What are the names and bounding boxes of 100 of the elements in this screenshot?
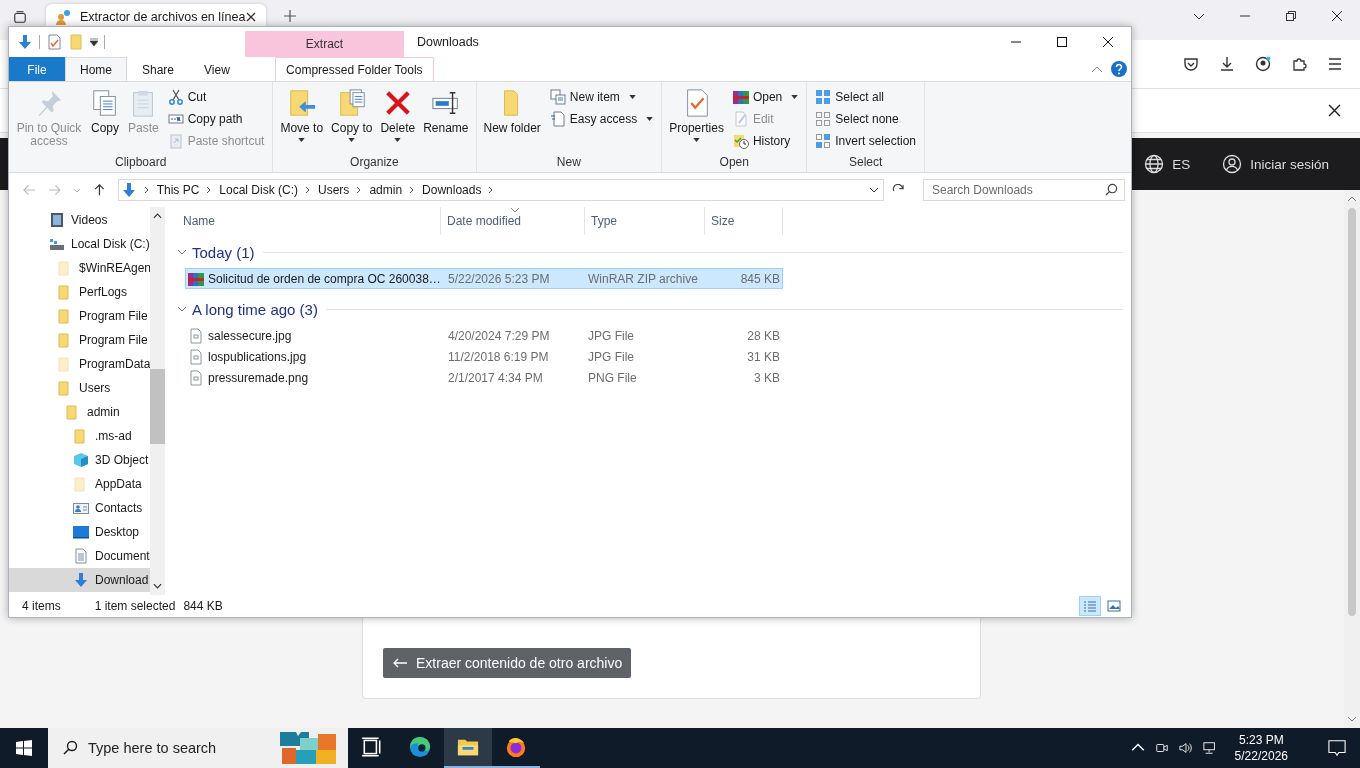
caret-icon (646, 117, 654, 121)
notification-icon[interactable] (1328, 739, 1346, 757)
ribbon-button[interactable]: Rename (420, 86, 472, 155)
breadcrumb[interactable]: Downloads (422, 183, 482, 197)
tree-item[interactable]: Videos (9, 208, 150, 232)
selection-info: 1 item selected (93, 599, 176, 613)
close-icon[interactable] (1328, 104, 1341, 117)
caret-icon (628, 95, 636, 99)
plus-icon[interactable] (284, 10, 296, 22)
close-icon[interactable] (1331, 10, 1343, 22)
account-icon[interactable] (1255, 56, 1271, 72)
breadcrumb[interactable]: admin (369, 183, 403, 197)
tree-item[interactable]: 3D Object (9, 448, 150, 472)
clock-date[interactable]: 5/22/2026 (1234, 748, 1288, 764)
download-icon[interactable] (1219, 56, 1235, 72)
ribbon-button[interactable]: New item (549, 89, 654, 105)
tree-item[interactable]: Download (9, 568, 150, 592)
group-header[interactable]: A long time ago (3) (177, 300, 318, 318)
checked-page-icon[interactable] (46, 34, 62, 50)
tree-item[interactable]: PerfLogs (9, 280, 150, 304)
file-row[interactable]: Solicitud de orden de compra OC 260038… 5/22/2026 5:23 PM WinRAR ZIP archive 845 KB (185, 268, 783, 289)
tree-item[interactable]: Program File (9, 304, 150, 328)
file-row[interactable]: pressuremade.png 2/1/2017 4:34 PM PNG File 3 KB (185, 367, 783, 388)
tab-list-icon[interactable] (13, 10, 27, 24)
ribbon-button[interactable]: New folder (480, 86, 544, 155)
speaker-icon[interactable] (1178, 741, 1193, 755)
tree-item[interactable]: $WinREAgen (9, 256, 150, 280)
tree-item[interactable]: .ms-ad (9, 424, 150, 448)
ribbon-button[interactable]: Delete (377, 86, 419, 155)
size-cell-text: 31 KB (746, 349, 780, 364)
group-header[interactable]: Today (1) (177, 243, 255, 261)
column-header[interactable]: Name (177, 207, 441, 235)
restore-icon[interactable] (1285, 10, 1297, 22)
file-icon (188, 348, 204, 365)
tree-item[interactable]: admin (9, 400, 150, 424)
menu-icon[interactable] (1327, 56, 1343, 72)
file-row[interactable]: salessecure.jpg 4/20/2024 7:29 PM JPG File 28 KB (185, 325, 783, 346)
search-field[interactable]: Search Downloads (923, 179, 1125, 201)
ribbon-button[interactable]: History (732, 133, 799, 149)
ribbon-tab[interactable]: Share (127, 57, 190, 81)
tree-item[interactable]: Document (9, 544, 150, 568)
tree-item[interactable]: Users (9, 376, 150, 400)
chevron-down-icon (177, 304, 187, 314)
breadcrumb[interactable]: This PC (156, 183, 200, 197)
ribbon-button[interactable]: Copy to (328, 86, 376, 155)
ribbon-tab[interactable]: Home (65, 57, 127, 81)
clock-time[interactable]: 5:23 PM (1238, 732, 1284, 748)
ribbon-button[interactable]: Copy (87, 86, 123, 155)
ribbon-button[interactable]: Select all (815, 89, 916, 105)
download-icon (73, 572, 89, 588)
scrollbar[interactable] (150, 207, 165, 595)
ribbon-button[interactable]: Easy access (549, 111, 654, 127)
ribbon-button[interactable]: Cut (167, 89, 265, 105)
taskbar-app[interactable] (444, 728, 492, 768)
type-cell-text: JPG File (588, 349, 635, 364)
network-icon[interactable] (1202, 741, 1217, 755)
tree-item[interactable]: AppData (9, 472, 150, 496)
scroll-up-icon[interactable] (153, 213, 162, 219)
column-header[interactable]: Date modified (441, 207, 585, 235)
scroll-up-icon[interactable] (1347, 196, 1357, 202)
close-icon[interactable] (246, 11, 256, 22)
sign-in-link[interactable]: Iniciar sesión (1250, 156, 1329, 172)
back-button[interactable]: Extraer contenido de otro archivo (383, 648, 632, 678)
file-name: lospublications.jpg (186, 348, 444, 365)
tree-item[interactable]: Contacts (9, 496, 150, 520)
file-menu-tab[interactable]: File (9, 57, 65, 81)
group-label: Organize (349, 155, 400, 171)
camera-icon[interactable] (1154, 741, 1169, 755)
tree-item[interactable]: ProgramData (9, 352, 150, 376)
scroll-thumb[interactable] (150, 369, 165, 444)
chevron-down-icon[interactable] (869, 187, 880, 193)
contact-card-icon (73, 500, 89, 516)
breadcrumb[interactable]: Users (318, 183, 350, 197)
scrollbar[interactable] (1344, 190, 1360, 728)
scroll-thumb[interactable] (1348, 208, 1356, 616)
tree-item[interactable]: Local Disk (C:) (9, 232, 150, 256)
breadcrumb[interactable]: Local Disk (C:) (219, 183, 299, 197)
ribbon-button[interactable]: Select none (815, 111, 916, 127)
pocket-icon[interactable] (1183, 56, 1199, 72)
scroll-down-icon[interactable] (153, 583, 162, 589)
ribbon-button[interactable]: Properties (666, 86, 727, 155)
ribbon-button[interactable]: Move to (277, 86, 327, 155)
up-arrow-icon[interactable] (92, 184, 106, 196)
language-selector[interactable]: ES (1172, 156, 1191, 172)
browser-tab[interactable]: Extractor de archivos en línea (46, 4, 266, 26)
ribbon-tab[interactable]: View (189, 57, 245, 81)
ribbon-button[interactable]: Invert selection (815, 133, 916, 149)
column-header[interactable]: Size (705, 207, 783, 235)
help-icon[interactable] (1111, 61, 1127, 77)
address-bar[interactable]: This PC Local Disk (C:) Users admin Downloads (117, 179, 885, 201)
scroll-down-icon[interactable] (1347, 716, 1357, 722)
tree-item[interactable]: Program File (9, 328, 150, 352)
taskbar-search-field[interactable]: Type here to search (88, 740, 258, 756)
column-header[interactable]: Type (585, 207, 705, 235)
ribbon-button[interactable]: Copy path (167, 111, 265, 127)
ribbon-button[interactable]: Open (732, 89, 799, 105)
tree-item[interactable]: Desktop (9, 520, 150, 544)
customize-caret-icon[interactable] (90, 38, 98, 46)
puzzle-piece-icon[interactable] (1291, 56, 1307, 72)
file-row[interactable]: lospublications.jpg 11/2/2018 6:19 PM JPG File 31 KB (185, 346, 783, 367)
